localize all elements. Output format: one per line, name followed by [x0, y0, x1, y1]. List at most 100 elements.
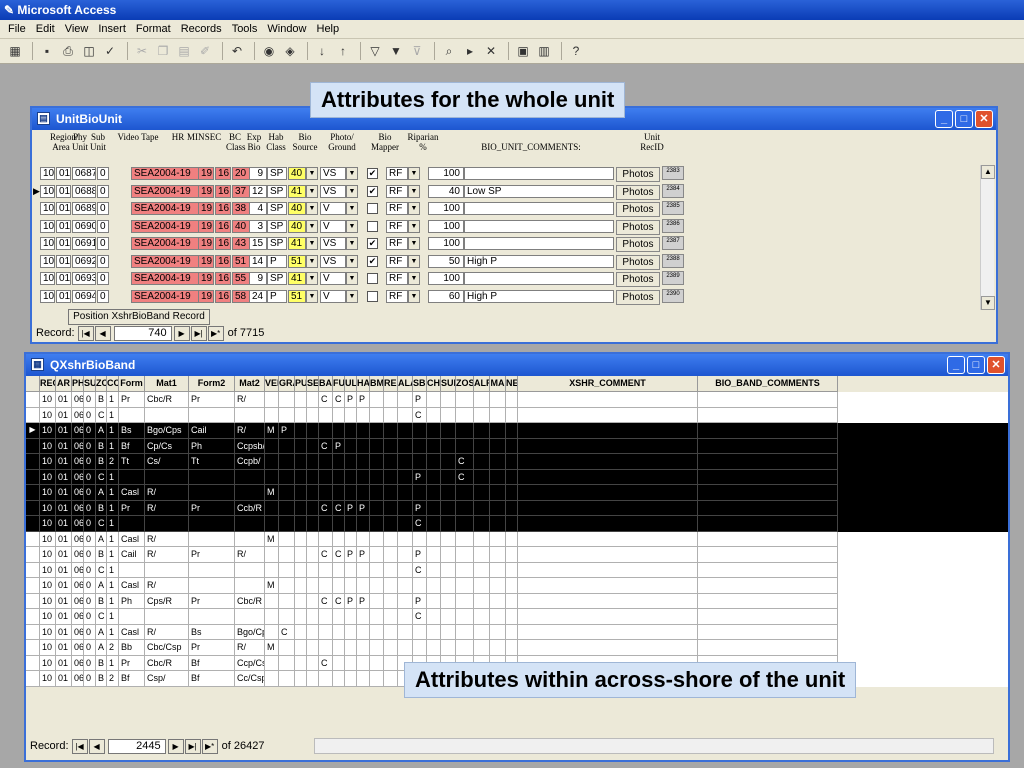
table-cell[interactable]: [490, 407, 506, 423]
table-cell[interactable]: C: [333, 500, 345, 516]
table-row[interactable]: 100106910C1C: [26, 609, 1008, 625]
unit-min-field[interactable]: 16: [215, 254, 231, 268]
table-row[interactable]: 100106880B2TtCs/TtCcpb/C: [26, 454, 1008, 470]
table-cell[interactable]: 10: [40, 671, 56, 687]
table-cell[interactable]: [295, 624, 307, 640]
table-cell[interactable]: [456, 562, 474, 578]
photo-ground-checkbox[interactable]: [367, 220, 378, 232]
column-header[interactable]: Form2: [189, 376, 235, 392]
table-cell[interactable]: R/: [235, 392, 265, 408]
table-cell[interactable]: Bf: [119, 671, 145, 687]
table-cell[interactable]: P: [345, 500, 357, 516]
table-cell[interactable]: Bgo/Cps: [235, 624, 265, 640]
table-cell[interactable]: [307, 624, 319, 640]
table-cell[interactable]: [307, 531, 319, 547]
hab-dropdown-icon[interactable]: ▼: [306, 184, 318, 198]
table-cell[interactable]: [370, 500, 384, 516]
unit-row[interactable]: 10 01 0691 0 SEA2004-19 19 16 43 15 SP 41 ▼ VS ▼ ✔ RF ▼ 1…: [32, 235, 984, 252]
table-cell[interactable]: [427, 562, 441, 578]
table-cell[interactable]: [345, 469, 357, 485]
unit-sec-field[interactable]: 37: [232, 184, 250, 198]
table-cell[interactable]: Cail: [189, 423, 235, 439]
table-cell[interactable]: [518, 640, 698, 656]
bio-source-field[interactable]: V: [320, 219, 346, 233]
table-cell[interactable]: [189, 578, 235, 594]
table-cell[interactable]: [490, 438, 506, 454]
table-cell[interactable]: 01: [56, 593, 72, 609]
table-cell[interactable]: 0: [84, 516, 96, 532]
unit-exp-field[interactable]: SP: [267, 184, 287, 198]
table-cell[interactable]: [506, 562, 518, 578]
copy-icon[interactable]: ❐: [154, 42, 172, 60]
photos-button[interactable]: Photos: [616, 184, 660, 200]
photos-button[interactable]: Photos: [616, 202, 660, 217]
unit-bc-field[interactable]: 24: [249, 289, 267, 303]
table-cell[interactable]: [333, 531, 345, 547]
table-cell[interactable]: [413, 624, 427, 640]
record-selector[interactable]: [26, 671, 40, 687]
table-cell[interactable]: 10: [40, 469, 56, 485]
table-cell[interactable]: [506, 593, 518, 609]
bio-unit-comment-field[interactable]: [464, 237, 614, 250]
table-cell[interactable]: 2: [107, 640, 119, 656]
table-cell[interactable]: 0: [84, 655, 96, 671]
bio-unit-comment-field[interactable]: High P: [464, 254, 614, 268]
record-selector[interactable]: [26, 469, 40, 485]
unit-region-field[interactable]: 10: [40, 167, 55, 180]
table-cell[interactable]: [490, 392, 506, 408]
table-cell[interactable]: [333, 655, 345, 671]
maximize-button[interactable]: □: [967, 356, 985, 374]
table-cell[interactable]: C: [333, 593, 345, 609]
table-cell[interactable]: [474, 531, 490, 547]
table-cell[interactable]: [518, 531, 698, 547]
photo-ground-checkbox[interactable]: ✔: [367, 255, 378, 267]
table-cell[interactable]: [441, 640, 456, 656]
table-cell[interactable]: 0: [84, 547, 96, 563]
table-cell[interactable]: P: [279, 423, 295, 439]
unit-row[interactable]: 10 01 0693 0 SEA2004-19 19 16 55 9 SP 41 ▼ V ▼ RF ▼ 100 P…: [32, 270, 984, 287]
unit-tape-field[interactable]: SEA2004-19: [131, 167, 199, 180]
photos-button[interactable]: Photos: [616, 219, 660, 235]
table-cell[interactable]: [333, 578, 345, 594]
table-cell[interactable]: [345, 531, 357, 547]
table-cell[interactable]: 10: [40, 500, 56, 516]
table-cell[interactable]: B: [96, 671, 107, 687]
table-cell[interactable]: [189, 407, 235, 423]
unit-hab-field[interactable]: 40: [288, 219, 306, 233]
table-cell[interactable]: 0687: [72, 392, 84, 408]
record-selector[interactable]: [26, 655, 40, 671]
bio-mapper-dropdown-icon[interactable]: ▼: [408, 289, 420, 303]
bio-unit-comment-field[interactable]: [464, 167, 614, 180]
table-cell[interactable]: [474, 562, 490, 578]
unit-row[interactable]: 10 01 0692 0 SEA2004-19 19 16 51 14 P 51 ▼ VS ▼ ✔ RF ▼ 50…: [32, 253, 984, 270]
table-cell[interactable]: 1: [107, 500, 119, 516]
table-cell[interactable]: [279, 454, 295, 470]
unit-hab-field[interactable]: 41: [288, 237, 306, 250]
table-cell[interactable]: 1: [107, 655, 119, 671]
table-cell[interactable]: [345, 562, 357, 578]
table-cell[interactable]: Pr: [189, 593, 235, 609]
table-cell[interactable]: [698, 423, 838, 439]
column-header[interactable]: FUC: [333, 376, 345, 392]
table-cell[interactable]: [345, 454, 357, 470]
table-cell[interactable]: [357, 485, 370, 501]
table-cell[interactable]: A: [96, 640, 107, 656]
table-cell[interactable]: [279, 655, 295, 671]
record-selector[interactable]: [26, 609, 40, 625]
table-cell[interactable]: [295, 671, 307, 687]
unit-phy-field[interactable]: 0692: [72, 254, 96, 268]
horizontal-scrollbar[interactable]: [314, 738, 994, 754]
table-cell[interactable]: R/: [145, 500, 189, 516]
column-header[interactable]: SUR: [441, 376, 456, 392]
photo-ground-checkbox[interactable]: ✔: [367, 185, 378, 197]
table-cell[interactable]: 0: [84, 578, 96, 594]
table-cell[interactable]: R/: [235, 423, 265, 439]
table-cell[interactable]: [235, 562, 265, 578]
table-cell[interactable]: [474, 407, 490, 423]
table-row[interactable]: ▶100106880A1BsBgo/CpsCailR/MP: [26, 423, 1008, 439]
table-cell[interactable]: [384, 593, 398, 609]
table-cell[interactable]: [370, 655, 384, 671]
table-cell[interactable]: [474, 547, 490, 563]
table-cell[interactable]: [506, 500, 518, 516]
menu-item-view[interactable]: View: [65, 23, 89, 35]
